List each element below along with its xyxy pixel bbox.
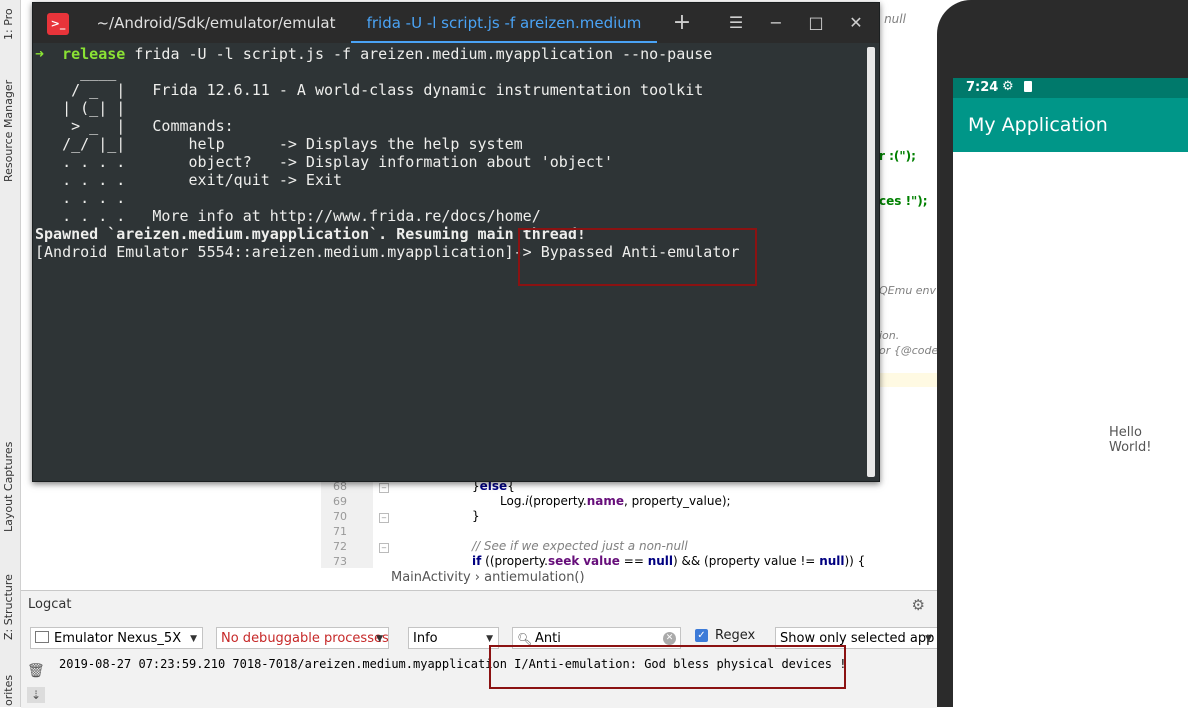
log-level-value: Info <box>413 631 438 646</box>
log-level-select[interactable]: Info ▼ <box>408 627 499 649</box>
chevron-down-icon: ▼ <box>376 634 383 644</box>
code-fragment: ces !"); <box>879 194 928 208</box>
close-icon[interactable]: ✕ <box>841 3 871 43</box>
left-tool-strip: 1: Pro Resource Manager Layout Captures … <box>0 0 21 707</box>
log-search-value: Anti <box>535 631 561 646</box>
banner-line: . . . . object? -> Display information a… <box>35 153 613 171</box>
banner-line: . . . . <box>35 189 126 207</box>
code-fragment: ion. <box>879 329 900 342</box>
tab-project[interactable]: 1: Pro <box>2 8 15 40</box>
breadcrumb: MainActivity › antiemulation() <box>391 570 585 585</box>
phone-screen[interactable]: 7:24 ⚙ My Application Hello World! <box>953 78 1188 707</box>
terminal-header: >_ ~/Android/Sdk/emulator/emulat frida -… <box>33 3 879 43</box>
status-time: 7:24 <box>966 80 999 95</box>
line-number: 70 <box>333 510 347 523</box>
app-title: My Application <box>968 114 1108 136</box>
regex-checkbox[interactable]: ✓ <box>695 629 708 642</box>
code-fragment: QEmu env <box>879 284 937 297</box>
line-gutter: 68 69 70 71 72 73 <box>321 478 373 568</box>
tab-structure[interactable]: Z: Structure <box>2 574 15 640</box>
maximize-icon[interactable]: □ <box>801 3 831 43</box>
breadcrumb-separator: › <box>474 570 480 585</box>
code-line: if ((property.seek value == null) && (pr… <box>472 554 866 568</box>
status-bar: 7:24 ⚙ <box>953 78 1188 98</box>
tab-favorites[interactable]: orites <box>2 675 15 706</box>
prompt-line: ➜ release frida -U -l script.js -f areiz… <box>35 45 713 63</box>
banner-line: | (_| | <box>35 99 126 117</box>
code-fragment: or {@code <box>879 344 939 357</box>
device-icon <box>35 631 49 643</box>
code-fragment: r :("); <box>879 149 916 163</box>
hello-text: Hello World! <box>1109 425 1152 455</box>
code-line: // See if we expected just a non-null <box>472 539 688 553</box>
tab-resource-manager[interactable]: Resource Manager <box>2 80 15 182</box>
banner-line: . . . . exit/quit -> Exit <box>35 171 343 189</box>
current-line-highlight <box>877 373 937 387</box>
filter-select-value: Show only selected app <box>780 631 935 646</box>
banner-line: ____ <box>35 63 117 81</box>
chevron-down-icon: ▼ <box>925 634 932 644</box>
chevron-down-icon: ▼ <box>190 634 197 644</box>
gear-icon[interactable]: ⚙ <box>912 596 925 614</box>
banner-line: . . . . More info at http://www.frida.re… <box>35 207 541 225</box>
process-select-value: No debuggable processes <box>221 631 389 646</box>
breadcrumb-class[interactable]: MainActivity <box>391 570 471 585</box>
code-line: Log.i(property.name, property_value); <box>500 494 731 508</box>
tab-layout-captures[interactable]: Layout Captures <box>2 442 15 532</box>
code-line: } <box>472 509 480 523</box>
fold-marker-icon[interactable]: − <box>379 483 389 493</box>
minimize-icon[interactable]: − <box>761 3 791 43</box>
fold-marker-icon[interactable]: − <box>379 543 389 553</box>
device-select-value: Emulator Nexus_5X <box>54 631 182 646</box>
menu-icon[interactable]: ☰ <box>721 3 751 43</box>
banner-line: / _ | Frida 12.6.11 - A world-class dyna… <box>35 81 704 99</box>
process-select[interactable]: No debuggable processes ▼ <box>216 627 389 649</box>
fold-marker-icon[interactable]: − <box>379 513 389 523</box>
regex-label: Regex <box>715 628 756 643</box>
highlight-box-logcat <box>489 645 846 689</box>
new-tab-icon[interactable]: + <box>667 3 697 43</box>
logcat-title: Logcat <box>28 597 72 612</box>
clear-icon[interactable]: ✕ <box>663 632 676 645</box>
tab-frida[interactable]: frida -U -l script.js -f areizen.medium <box>351 3 657 43</box>
banner-line: /_/ |_| help -> Displays the help system <box>35 135 523 153</box>
sd-card-icon <box>1024 81 1032 92</box>
line-number: 72 <box>333 540 347 553</box>
banner-line: > _ | Commands: <box>35 117 234 135</box>
line-number: 73 <box>333 555 347 568</box>
app-bar: My Application <box>953 98 1188 152</box>
device-select[interactable]: Emulator Nexus_5X ▼ <box>30 627 203 649</box>
line-number: 69 <box>333 495 347 508</box>
tab-emulator[interactable]: ~/Android/Sdk/emulator/emulat <box>85 3 347 43</box>
trash-icon[interactable]: 🗑 <box>27 663 45 679</box>
terminal-icon: >_ <box>47 13 69 35</box>
breadcrumb-method[interactable]: antiemulation() <box>484 570 584 585</box>
scroll-to-end-icon[interactable]: ⇣ <box>27 687 45 703</box>
terminal-scrollbar[interactable] <box>867 47 875 477</box>
line-number: 71 <box>333 525 347 538</box>
gear-icon: ⚙ <box>1002 79 1014 94</box>
highlight-box-terminal <box>518 228 757 286</box>
